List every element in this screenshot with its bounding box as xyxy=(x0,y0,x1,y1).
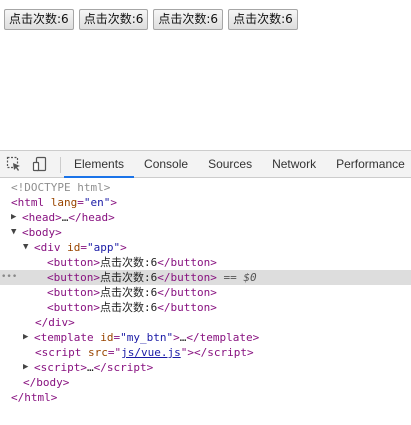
expand-triangle-icon[interactable]: ▶ xyxy=(11,210,16,225)
dom-node-button-selected[interactable]: ••• <button>点击次数:6</button> == $0 xyxy=(0,270,411,285)
device-toolbar-icon[interactable] xyxy=(32,156,48,172)
tab-console[interactable]: Console xyxy=(134,151,198,178)
dom-node-script-vue[interactable]: <script src="js/vue.js"></script> xyxy=(0,345,411,360)
dom-node-body-close[interactable]: </body> xyxy=(0,375,411,390)
click-count-button-2[interactable]: 点击次数:6 xyxy=(78,9,149,30)
dom-node-button[interactable]: <button>点击次数:6</button> xyxy=(0,285,411,300)
tab-network[interactable]: Network xyxy=(262,151,326,178)
more-actions-icon[interactable]: ••• xyxy=(1,270,17,285)
body-tag: body xyxy=(28,226,56,239)
selected-node-marker: == $0 xyxy=(223,271,257,284)
script-attr-name: src xyxy=(88,346,108,359)
html-attr-value: "en" xyxy=(83,196,111,209)
script-src-link[interactable]: js/vue.js xyxy=(121,346,181,359)
template-attr-name: id xyxy=(100,331,114,344)
click-count-button-1[interactable]: 点击次数:6 xyxy=(4,9,74,30)
tab-elements[interactable]: Elements xyxy=(64,151,135,178)
button-text-node: 点击次数:6 xyxy=(100,301,158,314)
dom-node-html-close[interactable]: </html> xyxy=(0,390,411,405)
template-attr-value: "my_btn" xyxy=(120,331,174,344)
template-tag: template xyxy=(40,331,94,344)
dom-node-body[interactable]: ▼ <body> xyxy=(0,225,411,240)
html-attr-name: lang xyxy=(50,196,78,209)
expand-triangle-icon[interactable]: ▶ xyxy=(23,330,28,345)
button-row: 点击次数:6 点击次数:6 点击次数:6 点击次数:6 xyxy=(4,9,298,30)
dom-node-button[interactable]: <button>点击次数:6</button> xyxy=(0,300,411,315)
dom-node-div-close[interactable]: </div> xyxy=(0,315,411,330)
dom-node-div-app[interactable]: ▼ <div id="app"> xyxy=(0,240,411,255)
devtools-toolbar: Elements Console Sources Network Perform… xyxy=(0,151,411,178)
tab-performance[interactable]: Performance xyxy=(326,151,411,178)
dom-tree: <!DOCTYPE html> <html lang="en"> ▶ <head… xyxy=(0,180,411,405)
tab-sources[interactable]: Sources xyxy=(198,151,262,178)
collapse-triangle-icon[interactable]: ▼ xyxy=(11,225,16,240)
doctype-text: <!DOCTYPE html> xyxy=(11,181,111,194)
inspect-element-icon[interactable] xyxy=(6,156,22,172)
dom-node-head[interactable]: ▶ <head>…</head> xyxy=(0,210,411,225)
dom-node-html[interactable]: <html lang="en"> xyxy=(0,195,411,210)
div-tag: div xyxy=(40,241,61,254)
click-count-button-4[interactable]: 点击次数:6 xyxy=(228,9,298,30)
head-tag: head xyxy=(28,211,56,224)
html-tag: <html xyxy=(11,196,45,209)
button-text-node: 点击次数:6 xyxy=(100,286,158,299)
devtools-panel: Elements Console Sources Network Perform… xyxy=(0,150,411,425)
toolbar-divider xyxy=(60,157,61,173)
collapse-triangle-icon[interactable]: ▼ xyxy=(23,240,28,255)
script-tag: script xyxy=(41,346,82,359)
page-viewport: 点击次数:6 点击次数:6 点击次数:6 点击次数:6 xyxy=(0,0,411,150)
div-attr-name: id xyxy=(67,241,81,254)
devtools-tabs: Elements Console Sources Network Perform… xyxy=(64,151,411,178)
button-text-node: 点击次数:6 xyxy=(100,271,158,284)
dom-node-button[interactable]: <button>点击次数:6</button> xyxy=(0,255,411,270)
button-text-node: 点击次数:6 xyxy=(100,256,158,269)
click-count-button-3[interactable]: 点击次数:6 xyxy=(153,9,224,30)
expand-triangle-icon[interactable]: ▶ xyxy=(23,360,28,375)
dom-node-template[interactable]: ▶ <template id="my_btn">…</template> xyxy=(0,330,411,345)
dom-node-script[interactable]: ▶ <script>…</script> xyxy=(0,360,411,375)
div-attr-value: "app" xyxy=(87,241,121,254)
dom-node-doctype[interactable]: <!DOCTYPE html> xyxy=(0,180,411,195)
